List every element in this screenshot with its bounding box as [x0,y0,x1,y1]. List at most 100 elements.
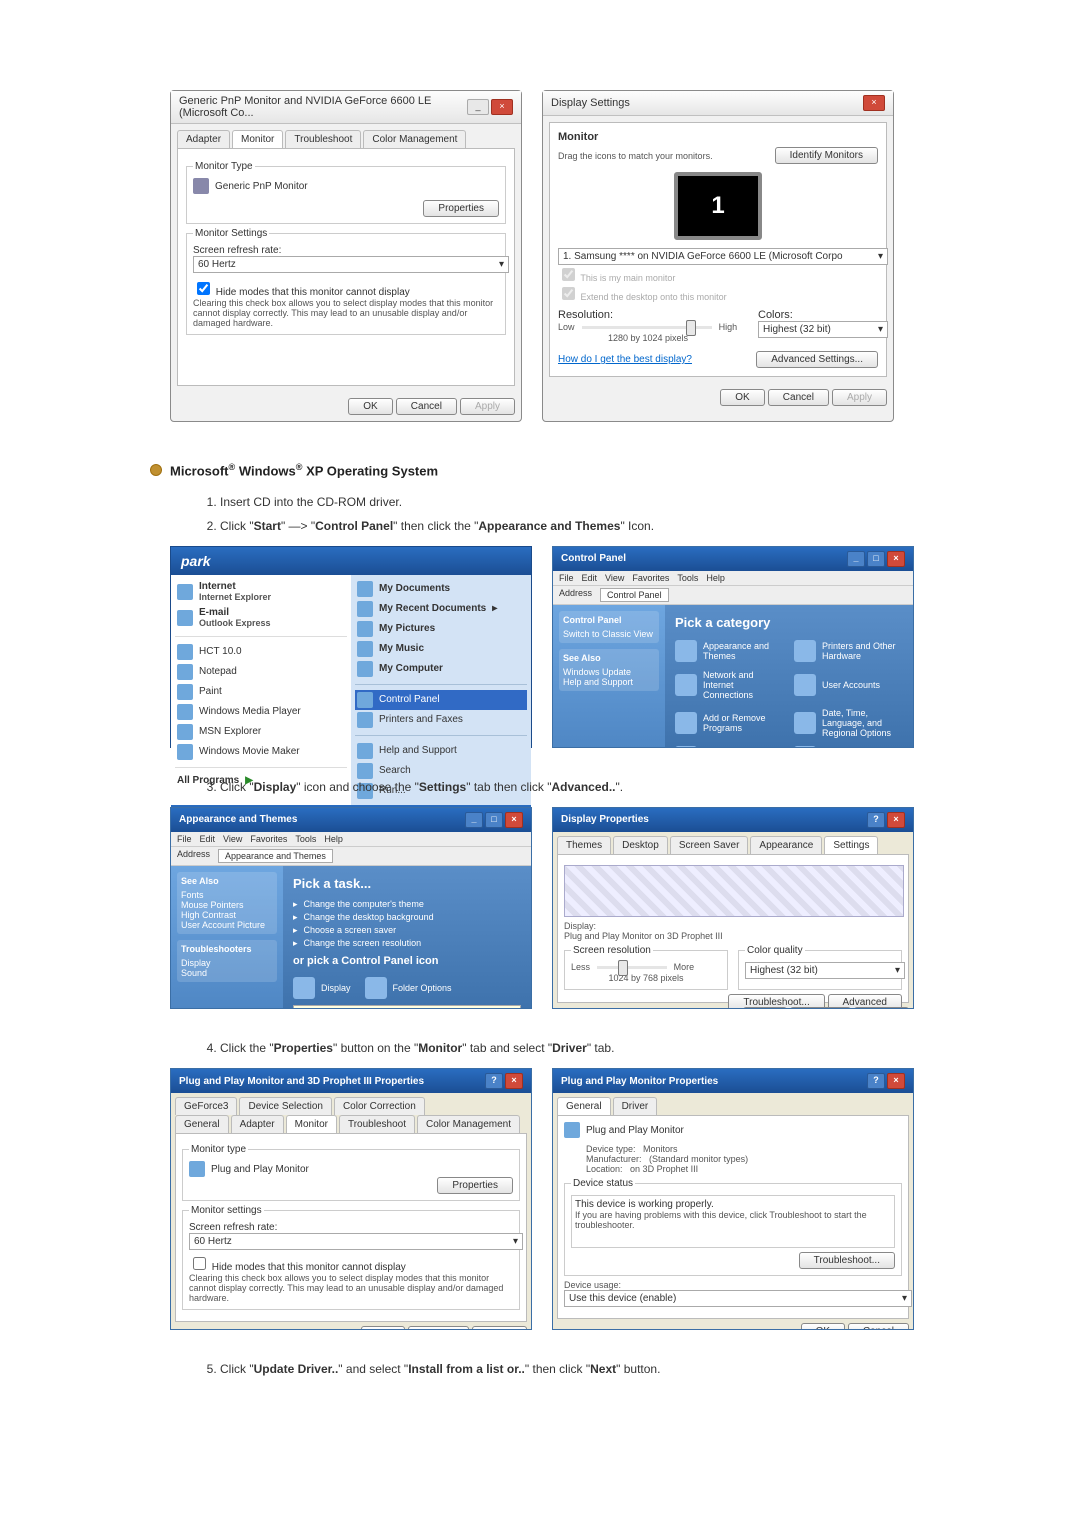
troubleshoot-button[interactable]: Troubleshoot... [799,1252,895,1269]
tab-general[interactable]: General [175,1115,229,1133]
monitor-preview-icon[interactable]: 1 [674,172,762,240]
start-item[interactable]: My Recent Documents ▸ [355,599,527,619]
task-link[interactable]: ▸ Change the computer's theme [293,899,521,910]
tab-settings[interactable]: Settings [824,836,878,854]
tab-adapter[interactable]: Adapter [177,130,230,148]
identify-monitors-button[interactable]: Identify Monitors [775,147,878,164]
properties-button[interactable]: Properties [437,1177,513,1194]
sidebar-link[interactable]: Windows Update [563,667,655,677]
start-item[interactable]: Windows Media Player [175,702,347,722]
start-item[interactable]: My Music [355,639,527,659]
refresh-select[interactable]: 60 Hertz▾ [189,1233,523,1250]
resolution-slider[interactable] [582,326,712,329]
tab-desktop[interactable]: Desktop [613,836,668,854]
tab-screensaver[interactable]: Screen Saver [670,836,749,854]
maximize-icon[interactable]: □ [867,551,885,567]
tab-device-selection[interactable]: Device Selection [239,1097,331,1115]
advanced-settings-button[interactable]: Advanced Settings... [756,351,878,368]
tab-troubleshoot[interactable]: Troubleshoot [339,1115,415,1133]
tooltip: Change the appearance of your desktop, s… [293,1005,521,1009]
minimize-icon[interactable]: _ [847,551,865,567]
start-item[interactable]: My Pictures [355,619,527,639]
close-icon[interactable]: × [505,1073,523,1089]
start-item[interactable]: Printers and Faxes [355,710,527,730]
refresh-rate-select[interactable]: 60 Hertz▾ [193,256,509,273]
menu-bar[interactable]: FileEditViewFavoritesToolsHelp [553,571,913,586]
ok-button[interactable]: OK [743,1007,787,1009]
category-item[interactable]: User Accounts [794,670,903,700]
close-icon[interactable]: × [887,551,905,567]
start-item[interactable]: Notepad [175,662,347,682]
task-link[interactable]: ▸ Choose a screen saver [293,925,521,936]
start-item[interactable]: HCT 10.0 [175,642,347,662]
tab-color-correction[interactable]: Color Correction [334,1097,425,1115]
tab-appearance[interactable]: Appearance [750,836,822,854]
tab-monitor[interactable]: Monitor [286,1115,337,1133]
sidebar-link[interactable]: Switch to Classic View [563,629,655,639]
ok-button[interactable]: OK [348,398,392,415]
color-quality-select[interactable]: Highest (32 bit)▾ [745,962,905,979]
start-item[interactable]: Windows Movie Maker [175,742,347,762]
category-item[interactable]: Appearance and Themes [675,640,784,662]
apply-button[interactable]: Apply [472,1326,527,1330]
best-display-link[interactable]: How do I get the best display? [558,354,692,365]
help-icon[interactable]: ? [867,812,885,828]
hide-modes-checkbox[interactable]: Hide modes that this monitor cannot disp… [193,287,410,298]
tab-monitor[interactable]: Monitor [232,130,283,148]
minimize-button[interactable]: _ [467,99,489,115]
start-item-control-panel[interactable]: Control Panel [355,690,527,710]
task-link[interactable]: ▸ Change the desktop background [293,912,521,923]
category-item[interactable]: Date, Time, Language, and Regional Optio… [794,708,903,738]
ok-button[interactable]: OK [801,1323,845,1330]
display-select[interactable]: 1. Samsung **** on NVIDIA GeForce 6600 L… [558,248,888,265]
category-item[interactable]: Add or Remove Programs [675,708,784,738]
sidebar-link[interactable]: Help and Support [563,677,655,687]
category-item[interactable]: Accessibility Options [794,746,903,748]
address-bar[interactable]: Address Control Panel [553,586,913,605]
apply-button[interactable]: Apply [854,1007,909,1009]
tab-adapter[interactable]: Adapter [231,1115,284,1133]
address-bar[interactable]: Address Appearance and Themes [171,847,531,866]
close-button[interactable]: × [863,95,885,111]
menu-bar[interactable]: FileEditViewFavoritesToolsHelp [171,832,531,847]
colors-select[interactable]: Highest (32 bit)▾ [758,321,888,338]
cp-icon-folder[interactable]: Folder Options [365,977,452,999]
tab-color-management[interactable]: Color Management [363,130,466,148]
start-item[interactable]: Paint [175,682,347,702]
cancel-button[interactable]: Cancel [408,1326,469,1330]
apply-button[interactable]: Apply [832,389,887,406]
properties-button[interactable]: Properties [423,200,499,217]
tab-troubleshoot[interactable]: Troubleshoot [285,130,361,148]
cp-icon-display[interactable]: Display [293,977,351,999]
start-item-email[interactable]: E-mailOutlook Express [175,605,347,631]
close-icon[interactable]: × [887,812,905,828]
help-icon[interactable]: ? [867,1073,885,1089]
cancel-button[interactable]: Cancel [768,389,829,406]
cancel-button[interactable]: Cancel [396,398,457,415]
ok-button[interactable]: OK [361,1326,405,1330]
apply-button[interactable]: Apply [460,398,515,415]
start-item[interactable]: Help and Support [355,741,527,761]
hide-modes-checkbox[interactable]: Hide modes that this monitor cannot disp… [189,1254,513,1273]
help-icon[interactable]: ? [485,1073,503,1089]
category-item[interactable]: Printers and Other Hardware [794,640,903,662]
tab-themes[interactable]: Themes [557,836,611,854]
start-item-internet[interactable]: InternetInternet Explorer [175,579,347,605]
start-item[interactable]: My Documents [355,579,527,599]
tab-geforce3[interactable]: GeForce3 [175,1097,237,1115]
category-item[interactable]: Sounds, Speech, and Audio Devices [675,746,784,748]
cancel-button[interactable]: Cancel [848,1323,909,1330]
category-item[interactable]: Network and Internet Connections [675,670,784,700]
tab-general[interactable]: General [557,1097,611,1115]
ok-button[interactable]: OK [720,389,764,406]
resolution-slider[interactable] [597,966,667,969]
tab-driver[interactable]: Driver [613,1097,658,1115]
device-usage-select[interactable]: Use this device (enable)▾ [564,1290,912,1307]
cancel-button[interactable]: Cancel [790,1007,851,1009]
close-icon[interactable]: × [887,1073,905,1089]
close-button[interactable]: × [491,99,513,115]
start-item[interactable]: My Computer [355,659,527,679]
tab-color-mgmt[interactable]: Color Management [417,1115,520,1133]
start-item[interactable]: MSN Explorer [175,722,347,742]
task-link[interactable]: ▸ Change the screen resolution [293,938,521,949]
